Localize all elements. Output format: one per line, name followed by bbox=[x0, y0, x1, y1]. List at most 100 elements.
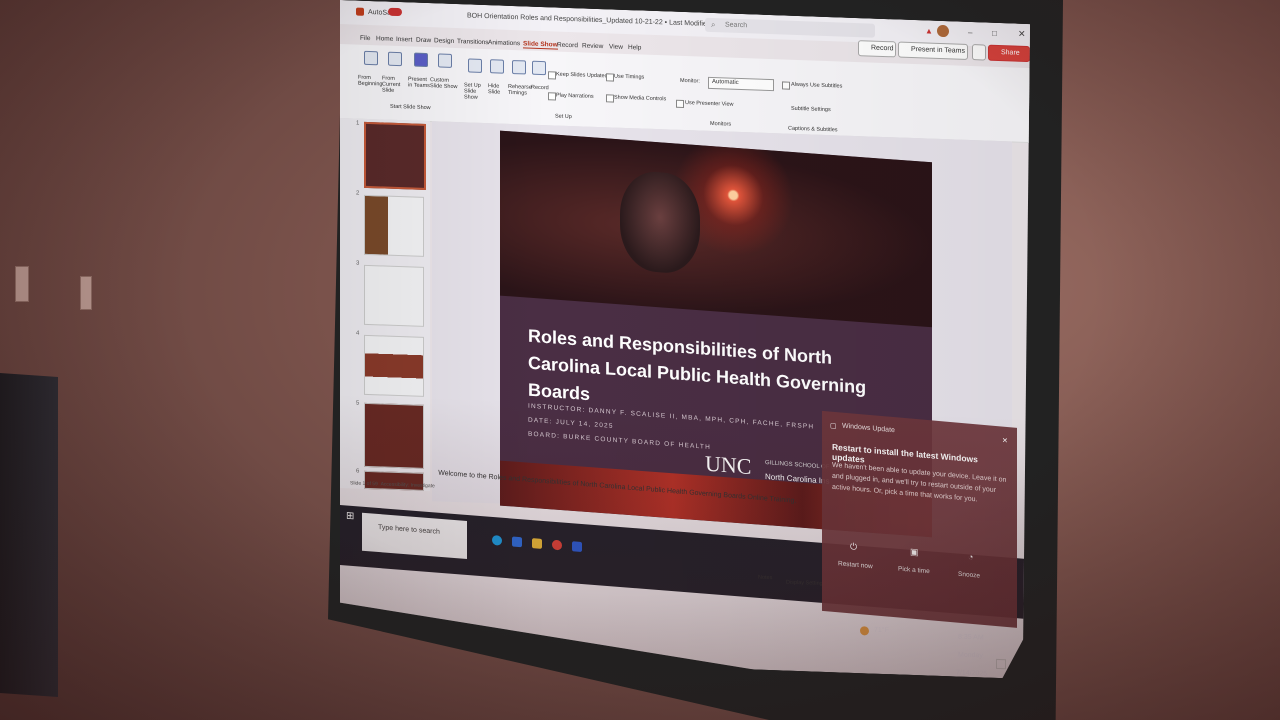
slide-thumbnail-4[interactable] bbox=[364, 335, 424, 397]
setup-show-label[interactable]: Set Up Slide Show bbox=[464, 82, 486, 101]
custom-show-icon[interactable] bbox=[438, 53, 452, 67]
windows-update-icon: ▢ bbox=[830, 422, 837, 431]
thumb-number: 6 bbox=[356, 468, 360, 475]
subtitle-settings-label[interactable]: Subtitle Settings bbox=[791, 106, 831, 113]
windows-update-notification[interactable]: ▢ Windows Update ✕ Restart to install th… bbox=[822, 411, 1017, 628]
autosave-toggle[interactable] bbox=[388, 8, 402, 16]
maximize-icon[interactable]: □ bbox=[992, 29, 997, 38]
unc-logo: UNC bbox=[705, 450, 752, 480]
group-setup: Set Up bbox=[555, 113, 572, 121]
slide-thumbnail-3[interactable] bbox=[364, 265, 424, 327]
tab-view[interactable]: View bbox=[609, 43, 623, 50]
present-teams-ribbon-label[interactable]: Present in Teams bbox=[408, 76, 432, 89]
close-icon[interactable]: ✕ bbox=[1018, 29, 1026, 40]
thumb-number: 2 bbox=[356, 190, 360, 197]
from-current-label[interactable]: From Current Slide bbox=[382, 75, 408, 94]
tab-transitions[interactable]: Transitions bbox=[457, 38, 489, 46]
powerpoint-icon bbox=[356, 8, 364, 16]
share-button[interactable]: Share bbox=[988, 45, 1030, 62]
tab-home[interactable]: Home bbox=[376, 35, 393, 43]
edge-icon[interactable] bbox=[492, 535, 502, 546]
always-subtitles-checkbox[interactable] bbox=[782, 81, 790, 89]
taskbar-search-text: Type here to search bbox=[378, 523, 440, 536]
slide-thumbnail-2[interactable] bbox=[364, 195, 424, 257]
file-explorer-icon[interactable] bbox=[532, 538, 542, 549]
calendar-icon[interactable]: ▣ bbox=[910, 547, 919, 559]
search-box[interactable]: ⌕ Search bbox=[705, 18, 875, 38]
setup-show-icon[interactable] bbox=[468, 58, 482, 72]
thumb-number: 4 bbox=[356, 330, 360, 337]
thumb-number: 1 bbox=[356, 120, 360, 127]
monitor-label: Monitor: bbox=[680, 77, 700, 85]
tab-slide-show[interactable]: Slide Show bbox=[523, 40, 558, 49]
rehearse-icon[interactable] bbox=[512, 60, 526, 74]
tab-draw[interactable]: Draw bbox=[416, 37, 431, 45]
always-subtitles-label[interactable]: Always Use Subtitles bbox=[791, 82, 842, 90]
slide-thumbnail-5[interactable] bbox=[364, 403, 424, 469]
custom-show-label[interactable]: Custom Slide Show bbox=[430, 77, 458, 90]
clock-day: Monday bbox=[958, 651, 983, 660]
group-captions: Captions & Subtitles bbox=[788, 125, 838, 134]
from-current-icon[interactable] bbox=[388, 52, 402, 66]
search-placeholder: Search bbox=[725, 21, 748, 30]
toast-header: Windows Update bbox=[842, 422, 895, 435]
wall-outlet bbox=[15, 266, 29, 302]
present-teams-icon[interactable] bbox=[414, 53, 428, 67]
monitor-select[interactable]: Automatic bbox=[708, 77, 774, 91]
play-narrations-label[interactable]: Play Narrations bbox=[556, 93, 594, 100]
record-button[interactable]: Record bbox=[858, 40, 896, 57]
snooze-button[interactable]: Snooze bbox=[958, 571, 980, 580]
show-media-checkbox[interactable] bbox=[606, 94, 614, 102]
restart-now-button[interactable]: Restart now bbox=[838, 560, 873, 570]
weather-temp[interactable]: 71°F bbox=[874, 627, 889, 635]
toast-close-icon[interactable]: ✕ bbox=[1002, 437, 1008, 446]
tab-help[interactable]: Help bbox=[628, 44, 641, 51]
tab-record[interactable]: Record bbox=[557, 42, 578, 50]
notes-button[interactable]: Notes bbox=[758, 575, 772, 582]
presenter-view-checkbox[interactable] bbox=[676, 100, 684, 108]
rehearse-label[interactable]: Rehearse Timings bbox=[508, 84, 532, 97]
tab-review[interactable]: Review bbox=[582, 42, 603, 50]
windows-start-icon[interactable]: ⊞ bbox=[346, 510, 354, 522]
from-beginning-label[interactable]: From Beginning bbox=[358, 75, 382, 88]
keep-updated-checkbox[interactable] bbox=[548, 71, 556, 79]
wall-switch bbox=[80, 276, 92, 310]
tab-design[interactable]: Design bbox=[434, 37, 454, 45]
from-beginning-icon[interactable] bbox=[364, 51, 378, 65]
group-start-slide-show: Start Slide Show bbox=[390, 103, 431, 112]
slide-photo-person bbox=[620, 169, 700, 275]
slide-thumbnail-1[interactable] bbox=[364, 122, 426, 190]
tab-file[interactable]: File bbox=[360, 35, 370, 42]
hide-slide-label[interactable]: Hide Slide bbox=[488, 83, 504, 96]
tab-animations[interactable]: Animations bbox=[488, 39, 520, 47]
presenter-view-label[interactable]: Use Presenter View bbox=[685, 100, 734, 108]
notification-center-icon[interactable] bbox=[996, 659, 1006, 669]
restart-icon[interactable]: ⏻ bbox=[850, 541, 857, 553]
tab-insert[interactable]: Insert bbox=[396, 36, 412, 44]
word-icon[interactable] bbox=[572, 541, 582, 552]
minimize-icon[interactable]: – bbox=[968, 28, 972, 37]
taskbar-search[interactable]: Type here to search bbox=[362, 513, 467, 559]
clock-time[interactable]: 8:35 AM bbox=[958, 634, 984, 642]
play-narrations-checkbox[interactable] bbox=[548, 92, 556, 100]
avatar[interactable] bbox=[937, 25, 949, 37]
group-monitors: Monitors bbox=[710, 120, 732, 128]
keep-updated-label[interactable]: Keep Slides Updated bbox=[556, 72, 608, 80]
snooze-icon[interactable]: ◔ bbox=[968, 552, 973, 562]
use-timings-checkbox[interactable] bbox=[606, 73, 614, 81]
document-title: BOH Orientation Roles and Responsibiliti… bbox=[467, 12, 742, 30]
mail-icon[interactable] bbox=[512, 537, 522, 548]
weather-icon bbox=[860, 626, 869, 635]
comments-button[interactable] bbox=[972, 44, 986, 60]
clock-date: 7/14/2025 bbox=[956, 669, 988, 678]
chrome-icon[interactable] bbox=[552, 540, 562, 551]
use-timings-label[interactable]: Use Timings bbox=[614, 74, 644, 81]
record-ribbon-icon[interactable] bbox=[532, 61, 546, 75]
warning-icon: ▲ bbox=[925, 26, 933, 36]
projection-screen: AutoSave BOH Orientation Roles and Respo… bbox=[340, 0, 1030, 679]
hide-slide-icon[interactable] bbox=[490, 59, 504, 73]
record-ribbon-label[interactable]: Record bbox=[531, 85, 549, 92]
present-teams-button[interactable]: Present in Teams bbox=[898, 41, 968, 59]
show-media-label[interactable]: Show Media Controls bbox=[614, 95, 666, 103]
pick-a-time-button[interactable]: Pick a time bbox=[898, 565, 930, 575]
